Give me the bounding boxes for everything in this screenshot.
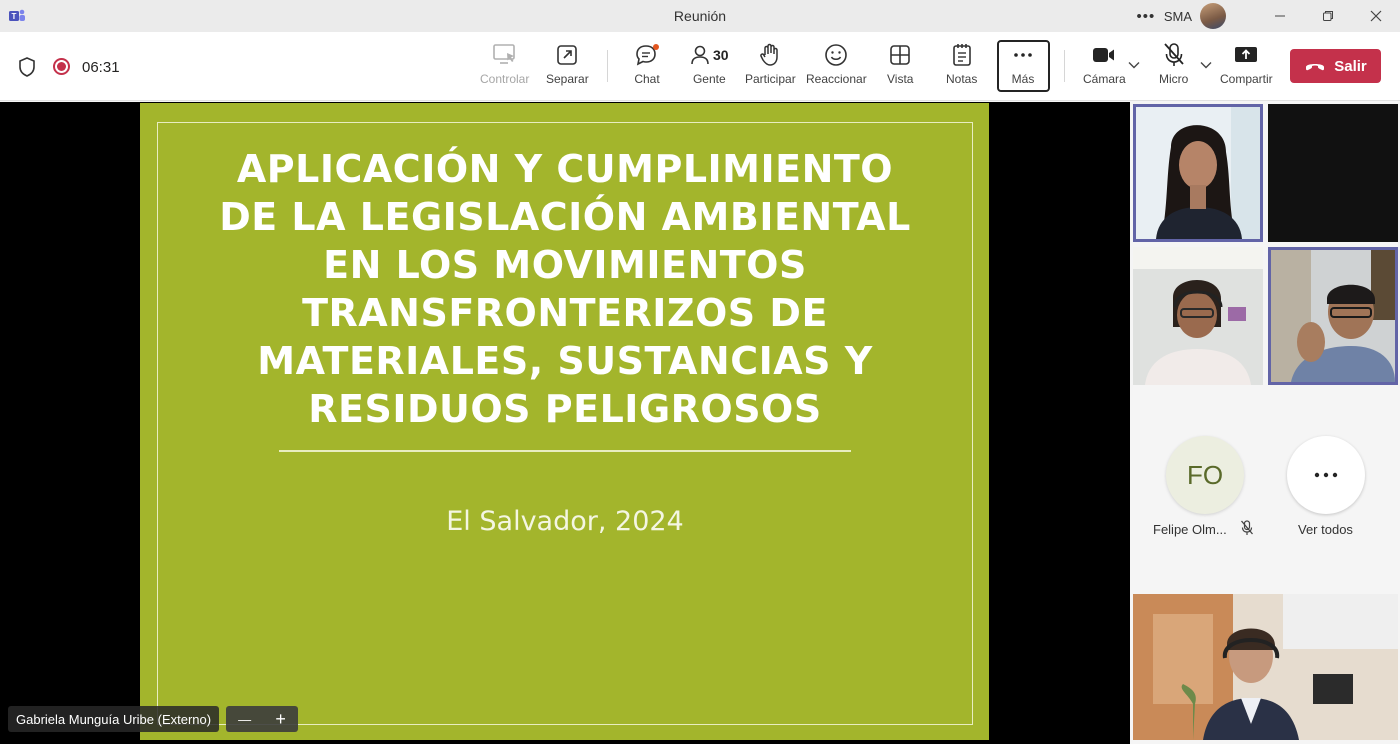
- title-bar: T Reunión ••• SMA: [0, 0, 1400, 32]
- micro-button[interactable]: Micro: [1159, 40, 1188, 96]
- reaccionar-label: Reaccionar: [806, 72, 867, 86]
- micro-label: Micro: [1159, 72, 1189, 86]
- participar-button[interactable]: Participar: [745, 40, 796, 96]
- participant-video-tile-dark[interactable]: [1268, 104, 1398, 242]
- view-grid-icon: [888, 40, 912, 70]
- take-control-icon: [492, 40, 518, 70]
- camara-button[interactable]: Cámara: [1083, 40, 1126, 96]
- compartir-button[interactable]: Compartir: [1220, 40, 1273, 96]
- people-icon: 30: [690, 40, 729, 70]
- user-avatar[interactable]: [1200, 3, 1226, 29]
- slide-title-line: EN LOS MOVIMIENTOS: [323, 243, 807, 287]
- shield-icon[interactable]: [17, 56, 37, 78]
- gente-label: Gente: [692, 72, 726, 86]
- zoom-out-button[interactable]: —: [238, 712, 251, 727]
- view-all-label[interactable]: Ver todos: [1298, 522, 1353, 537]
- user-org-label: SMA: [1163, 8, 1192, 24]
- vista-label: Vista: [887, 72, 914, 86]
- participant-video-tile[interactable]: [1268, 247, 1398, 385]
- hang-up-icon: [1306, 64, 1325, 71]
- slide-title-line: APLICACIÓN Y CUMPLIMIENTO: [236, 147, 894, 191]
- gente-button[interactable]: 30 Gente: [690, 40, 729, 96]
- compartir-label: Compartir: [1220, 72, 1273, 86]
- participant-video: [1271, 250, 1395, 382]
- participant-video: [1133, 594, 1398, 740]
- controlar-button[interactable]: Controlar: [480, 40, 529, 96]
- restore-button[interactable]: [1304, 0, 1352, 32]
- smiley-icon: [824, 40, 848, 70]
- more-options-icon[interactable]: •••: [1134, 8, 1158, 25]
- presenter-name-label: Gabriela Munguía Uribe (Externo): [8, 706, 220, 732]
- slide-title: APLICACIÓN Y CUMPLIMIENTO DE LA LEGISLAC…: [160, 145, 970, 433]
- mic-options-chevron-icon[interactable]: [1200, 60, 1212, 72]
- zoom-in-button[interactable]: +: [275, 709, 286, 730]
- slide-subtitle: El Salvador, 2024: [446, 506, 684, 537]
- view-all-button[interactable]: [1287, 436, 1365, 514]
- slide-title-line: MATERIALES, SUSTANCIAS Y: [257, 339, 873, 383]
- leave-button[interactable]: Salir: [1290, 49, 1381, 83]
- separar-label: Separar: [546, 72, 589, 86]
- toolbar-divider: [1064, 50, 1065, 82]
- more-icon: [1314, 472, 1338, 478]
- chat-icon: [634, 40, 660, 70]
- notas-label: Notas: [946, 72, 978, 86]
- vista-button[interactable]: Vista: [887, 40, 913, 96]
- camera-options-chevron-icon[interactable]: [1128, 60, 1140, 72]
- participant-name: Felipe Olm...: [1153, 522, 1227, 537]
- camara-label: Cámara: [1083, 72, 1126, 86]
- participant-video-tile[interactable]: [1133, 247, 1263, 385]
- share-screen-icon: [1233, 40, 1259, 70]
- mas-label: Más: [1011, 72, 1035, 86]
- chat-button[interactable]: Chat: [634, 40, 660, 96]
- notas-button[interactable]: Notas: [946, 40, 977, 96]
- people-count: 30: [713, 47, 729, 63]
- close-button[interactable]: [1352, 0, 1400, 32]
- participant-video: [1136, 107, 1260, 239]
- notes-icon: [951, 40, 973, 70]
- leave-label: Salir: [1334, 57, 1367, 75]
- pop-out-icon: [555, 40, 579, 70]
- mic-off-icon: [1241, 520, 1253, 535]
- participant-video-tile[interactable]: [1133, 594, 1398, 740]
- slide-title-line: RESIDUOS PELIGROSOS: [308, 387, 822, 431]
- participant-avatar[interactable]: FO: [1166, 436, 1244, 514]
- mic-off-icon: [1162, 40, 1186, 70]
- reaccionar-button[interactable]: Reaccionar: [806, 40, 867, 96]
- participant-video: [1133, 247, 1263, 385]
- more-icon: [1011, 40, 1035, 70]
- separar-button[interactable]: Separar: [546, 40, 589, 96]
- slide-title-line: DE LA LEGISLACIÓN AMBIENTAL: [219, 195, 911, 239]
- meeting-timer: 06:31: [82, 59, 120, 76]
- toolbar-divider: [607, 50, 608, 82]
- mas-button-content[interactable]: Más: [1011, 40, 1035, 96]
- controlar-label: Controlar: [480, 72, 530, 86]
- camera-icon: [1091, 40, 1117, 70]
- zoom-controls: — +: [226, 706, 298, 732]
- chat-label: Chat: [634, 72, 660, 86]
- raise-hand-icon: [758, 40, 782, 70]
- slide-divider: [279, 450, 851, 452]
- participant-video-tile[interactable]: [1133, 104, 1263, 242]
- minimize-button[interactable]: [1256, 0, 1304, 32]
- recording-icon: [53, 58, 70, 75]
- participar-label: Participar: [745, 72, 796, 86]
- slide-title-line: TRANSFRONTERIZOS DE: [302, 291, 828, 335]
